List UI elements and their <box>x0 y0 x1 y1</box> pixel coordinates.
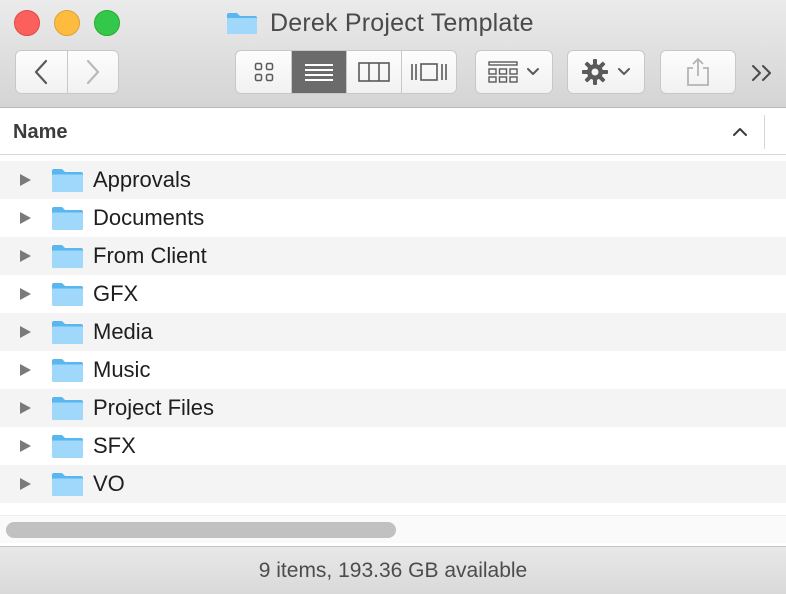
folder-icon <box>52 397 83 420</box>
column-divider[interactable] <box>764 115 765 149</box>
list-item[interactable]: GFX <box>0 275 786 313</box>
arrange-grid-icon <box>488 61 518 83</box>
folder-icon <box>52 283 83 306</box>
arrange-button[interactable] <box>475 50 553 94</box>
item-name: Project Files <box>93 395 215 420</box>
list-item[interactable]: SFX <box>0 427 786 465</box>
status-text: 9 items, 193.36 GB available <box>258 558 528 582</box>
disclosure-triangle-icon[interactable] <box>18 211 32 225</box>
disclosure-triangle-icon[interactable] <box>18 363 32 377</box>
item-name: GFX <box>93 281 139 306</box>
folder-icon <box>52 435 83 458</box>
item-name: SFX <box>93 433 136 458</box>
cover-flow-icon <box>411 63 447 81</box>
icon-view-icon <box>254 62 273 82</box>
status-bar: 9 items, 193.36 GB available <box>0 546 786 594</box>
folder-icon <box>52 245 83 268</box>
close-window-button[interactable] <box>14 10 40 36</box>
disclosure-triangle-icon[interactable] <box>18 325 32 339</box>
file-list: Approvals Documents From Client GFX Media Mus… <box>0 161 786 503</box>
item-name: Music <box>93 357 151 382</box>
finder-window: Derek Project Template Name Approvals Do… <box>0 0 786 594</box>
list-view-button[interactable] <box>291 51 346 93</box>
item-name: Approvals <box>93 167 191 192</box>
list-item[interactable]: Approvals <box>0 161 786 199</box>
chevron-down-icon <box>527 68 539 75</box>
list-item[interactable]: VO <box>0 465 786 503</box>
column-view-button[interactable] <box>345 51 401 93</box>
chevron-left-icon <box>35 59 48 85</box>
zoom-window-button[interactable] <box>94 10 120 36</box>
navigation-buttons <box>15 50 119 94</box>
list-item[interactable]: From Client <box>0 237 786 275</box>
share-button[interactable] <box>660 50 736 94</box>
double-chevron-right-icon <box>752 65 771 81</box>
item-name: From Client <box>93 243 207 268</box>
folder-icon <box>52 169 83 192</box>
list-item[interactable]: Documents <box>0 199 786 237</box>
list-item[interactable]: Music <box>0 351 786 389</box>
folder-icon <box>52 321 83 344</box>
chevron-down-icon <box>618 68 630 75</box>
name-column-header[interactable]: Name <box>13 121 67 144</box>
window-title: Derek Project Template <box>226 8 534 38</box>
disclosure-triangle-icon[interactable] <box>18 401 32 415</box>
disclosure-triangle-icon[interactable] <box>18 249 32 263</box>
column-view-icon <box>357 62 390 82</box>
item-name: VO <box>93 471 125 496</box>
chevron-up-icon[interactable] <box>732 127 748 137</box>
icon-view-button[interactable] <box>236 51 291 93</box>
folder-icon <box>52 473 83 496</box>
item-name: Documents <box>93 205 205 230</box>
toolbar: Derek Project Template <box>0 0 786 108</box>
disclosure-triangle-icon[interactable] <box>18 287 32 301</box>
list-view-icon <box>304 64 333 81</box>
minimize-window-button[interactable] <box>54 10 80 36</box>
folder-icon <box>52 207 83 230</box>
chevron-right-icon <box>86 59 100 85</box>
disclosure-triangle-icon[interactable] <box>18 477 32 491</box>
folder-icon <box>227 13 257 34</box>
scrollbar-thumb[interactable] <box>6 522 396 538</box>
disclosure-triangle-icon[interactable] <box>18 173 32 187</box>
back-button[interactable] <box>16 51 67 93</box>
folder-icon <box>52 359 83 382</box>
cover-flow-button[interactable] <box>400 51 456 93</box>
list-item[interactable]: Project Files <box>0 389 786 427</box>
forward-button[interactable] <box>66 51 118 93</box>
item-name: Media <box>93 319 153 344</box>
action-button[interactable] <box>567 50 645 94</box>
share-icon <box>687 58 709 86</box>
window-title-text: Derek Project Template <box>270 8 534 37</box>
list-item[interactable]: Media <box>0 313 786 351</box>
view-mode-control <box>235 50 457 94</box>
column-header: Name <box>0 109 786 155</box>
gear-icon <box>582 59 608 85</box>
disclosure-triangle-icon[interactable] <box>18 439 32 453</box>
toolbar-overflow-button[interactable] <box>748 60 778 86</box>
